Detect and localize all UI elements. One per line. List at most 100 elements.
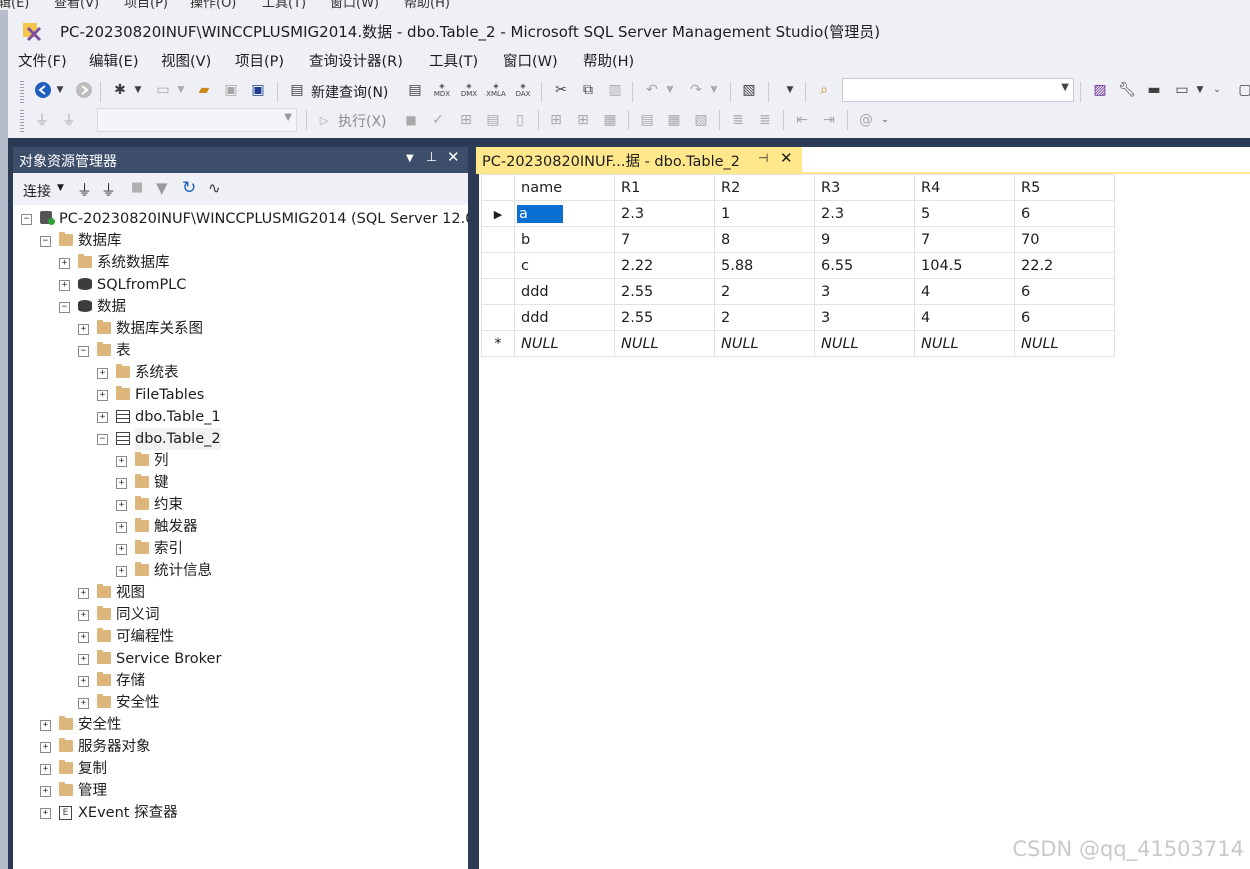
grid-cell[interactable]: 2.55 [614, 304, 715, 331]
copy-icon[interactable]: ⧉ [578, 80, 598, 100]
expand-toggle-icon[interactable]: + [116, 522, 127, 533]
grid-cell[interactable]: ddd [514, 304, 615, 331]
table-row[interactable]: b 7 8 9 7 70 [481, 226, 1115, 253]
increase-indent-icon[interactable]: ⇥ [819, 110, 839, 130]
grid-cell[interactable]: 8 [714, 226, 815, 253]
toolbar-grip[interactable] [20, 110, 24, 132]
available-databases-combobox[interactable]: ▼ [97, 108, 297, 132]
null-cell[interactable]: NULL [714, 330, 815, 357]
solution-explorer-icon[interactable]: ▨ [1090, 80, 1110, 100]
expand-toggle-icon[interactable]: + [116, 500, 127, 511]
new-row[interactable]: * NULL NULL NULL NULL NULL NULL [481, 330, 1115, 357]
grid-cell[interactable]: 70 [1014, 226, 1115, 253]
grid-cell[interactable]: 6.55 [814, 252, 915, 279]
connect-dropdown-icon[interactable]: ▼ [57, 183, 64, 193]
table-row[interactable]: c 2.22 5.88 6.55 104.5 22.2 [481, 252, 1115, 279]
specify-template-values-icon[interactable]: @ [856, 110, 876, 130]
null-cell[interactable]: NULL [614, 330, 715, 357]
toolbar-overflow-icon[interactable]: ⌄ [880, 110, 890, 130]
redo-icon[interactable]: ↷ [686, 80, 706, 100]
grid-cell[interactable]: 2 [714, 304, 815, 331]
collapse-toggle-icon[interactable]: − [59, 302, 70, 313]
cut-icon[interactable]: ✂ [551, 80, 571, 100]
row-header[interactable] [481, 252, 515, 279]
grid-cell[interactable]: 22.2 [1014, 252, 1115, 279]
results-to-text-icon[interactable]: ▤ [637, 110, 657, 130]
grid-cell[interactable]: c [514, 252, 615, 279]
toolbar-overflow-icon[interactable]: ⌄ [1212, 80, 1222, 100]
expand-toggle-icon[interactable]: + [40, 786, 51, 797]
extra-toolbar-icon[interactable]: ▢ [1235, 80, 1250, 100]
intellisense-icon[interactable]: ▯ [510, 110, 530, 130]
menu-edit[interactable]: 编辑(E) [89, 50, 138, 71]
pin-icon[interactable]: ⊣ [758, 151, 768, 165]
save-icon[interactable]: ▣ [221, 80, 241, 100]
find-in-files-icon[interactable]: ⌕ [814, 80, 834, 100]
grid-cell[interactable]: 1 [714, 200, 815, 227]
connect-button[interactable]: 连接 [23, 181, 51, 201]
row-header[interactable] [481, 226, 515, 253]
expand-toggle-icon[interactable]: + [40, 742, 51, 753]
new-project-dropdown-icon[interactable]: ▼ [133, 80, 143, 100]
column-header[interactable]: R5 [1014, 174, 1115, 201]
expand-toggle-icon[interactable]: + [116, 456, 127, 467]
expand-toggle-icon[interactable]: + [116, 544, 127, 555]
properties-wrench-icon[interactable]: 🔧︎ [1117, 80, 1137, 100]
table-row[interactable]: ddd 2.55 2 3 4 6 [481, 278, 1115, 305]
grid-cell[interactable]: 2.22 [614, 252, 715, 279]
grid-cell[interactable]: 4 [914, 304, 1015, 331]
expand-toggle-icon[interactable]: + [40, 808, 51, 819]
menu-tools[interactable]: 工具(T) [429, 50, 478, 71]
grid-cell[interactable]: 2.3 [614, 200, 715, 227]
grid-cell[interactable]: 3 [814, 304, 915, 331]
expand-toggle-icon[interactable]: + [78, 610, 89, 621]
window-position-dropdown-icon[interactable]: ▼ [406, 153, 414, 164]
connect-plug-icon[interactable]: ⏚ [32, 110, 52, 130]
expand-toggle-icon[interactable]: + [97, 412, 108, 423]
grid-cell[interactable]: 104.5 [914, 252, 1015, 279]
command-window-icon[interactable]: ▭ [1172, 80, 1192, 100]
expand-toggle-icon[interactable]: + [59, 258, 70, 269]
undo-icon[interactable]: ↶ [642, 80, 662, 100]
grid-cell[interactable]: ddd [514, 278, 615, 305]
stop-icon[interactable]: ■ [131, 180, 143, 195]
new-query-icon[interactable]: ▤ [287, 80, 307, 100]
expand-toggle-icon[interactable]: + [78, 632, 89, 643]
grid-cell[interactable]: 5.88 [714, 252, 815, 279]
grid-cell[interactable]: b [514, 226, 615, 253]
connect-plug-icon[interactable]: ⏚ [77, 179, 92, 200]
expand-toggle-icon[interactable]: + [78, 324, 89, 335]
null-cell[interactable]: NULL [1014, 330, 1115, 357]
row-header[interactable]: ▶ [481, 200, 515, 227]
uncomment-lines-icon[interactable]: ≣ [755, 110, 775, 130]
display-plan-icon[interactable]: ⊞ [456, 110, 476, 130]
collapse-toggle-icon[interactable]: − [97, 434, 108, 445]
row-header[interactable] [481, 304, 515, 331]
grid-cell[interactable]: 2 [714, 278, 815, 305]
expand-toggle-icon[interactable]: + [78, 654, 89, 665]
menu-help[interactable]: 帮助(H) [583, 50, 634, 71]
forward-icon[interactable] [74, 80, 94, 100]
collapse-toggle-icon[interactable]: − [40, 236, 51, 247]
activity-monitor-icon[interactable]: ∿ [208, 179, 221, 197]
xmla-query-icon[interactable]: ◈ XMLA [486, 80, 506, 100]
collapse-toggle-icon[interactable]: − [78, 346, 89, 357]
activity-monitor-icon[interactable]: ▧ [739, 80, 759, 100]
column-header[interactable]: R2 [714, 174, 815, 201]
show-criteria-pane-icon[interactable]: ⊞ [573, 110, 593, 130]
grid-cell[interactable]: 7 [614, 226, 715, 253]
menu-project[interactable]: 项目(P) [235, 50, 284, 71]
open-folder-icon[interactable]: ▰ [194, 80, 214, 100]
new-query-button[interactable]: 新建查询(N) [311, 82, 388, 102]
query-options-icon[interactable]: ▤ [483, 110, 503, 130]
row-header[interactable] [481, 278, 515, 305]
menu-query-designer[interactable]: 查询设计器(R) [309, 50, 403, 71]
null-cell[interactable]: NULL [814, 330, 915, 357]
close-icon[interactable]: ✕ [780, 149, 793, 167]
disconnect-icon[interactable]: ⏚ [101, 179, 116, 200]
grid-cell[interactable]: 5 [914, 200, 1015, 227]
expand-toggle-icon[interactable]: + [59, 280, 70, 291]
menu-window[interactable]: 窗口(W) [503, 50, 558, 71]
expand-toggle-icon[interactable]: + [78, 698, 89, 709]
column-header[interactable]: R4 [914, 174, 1015, 201]
